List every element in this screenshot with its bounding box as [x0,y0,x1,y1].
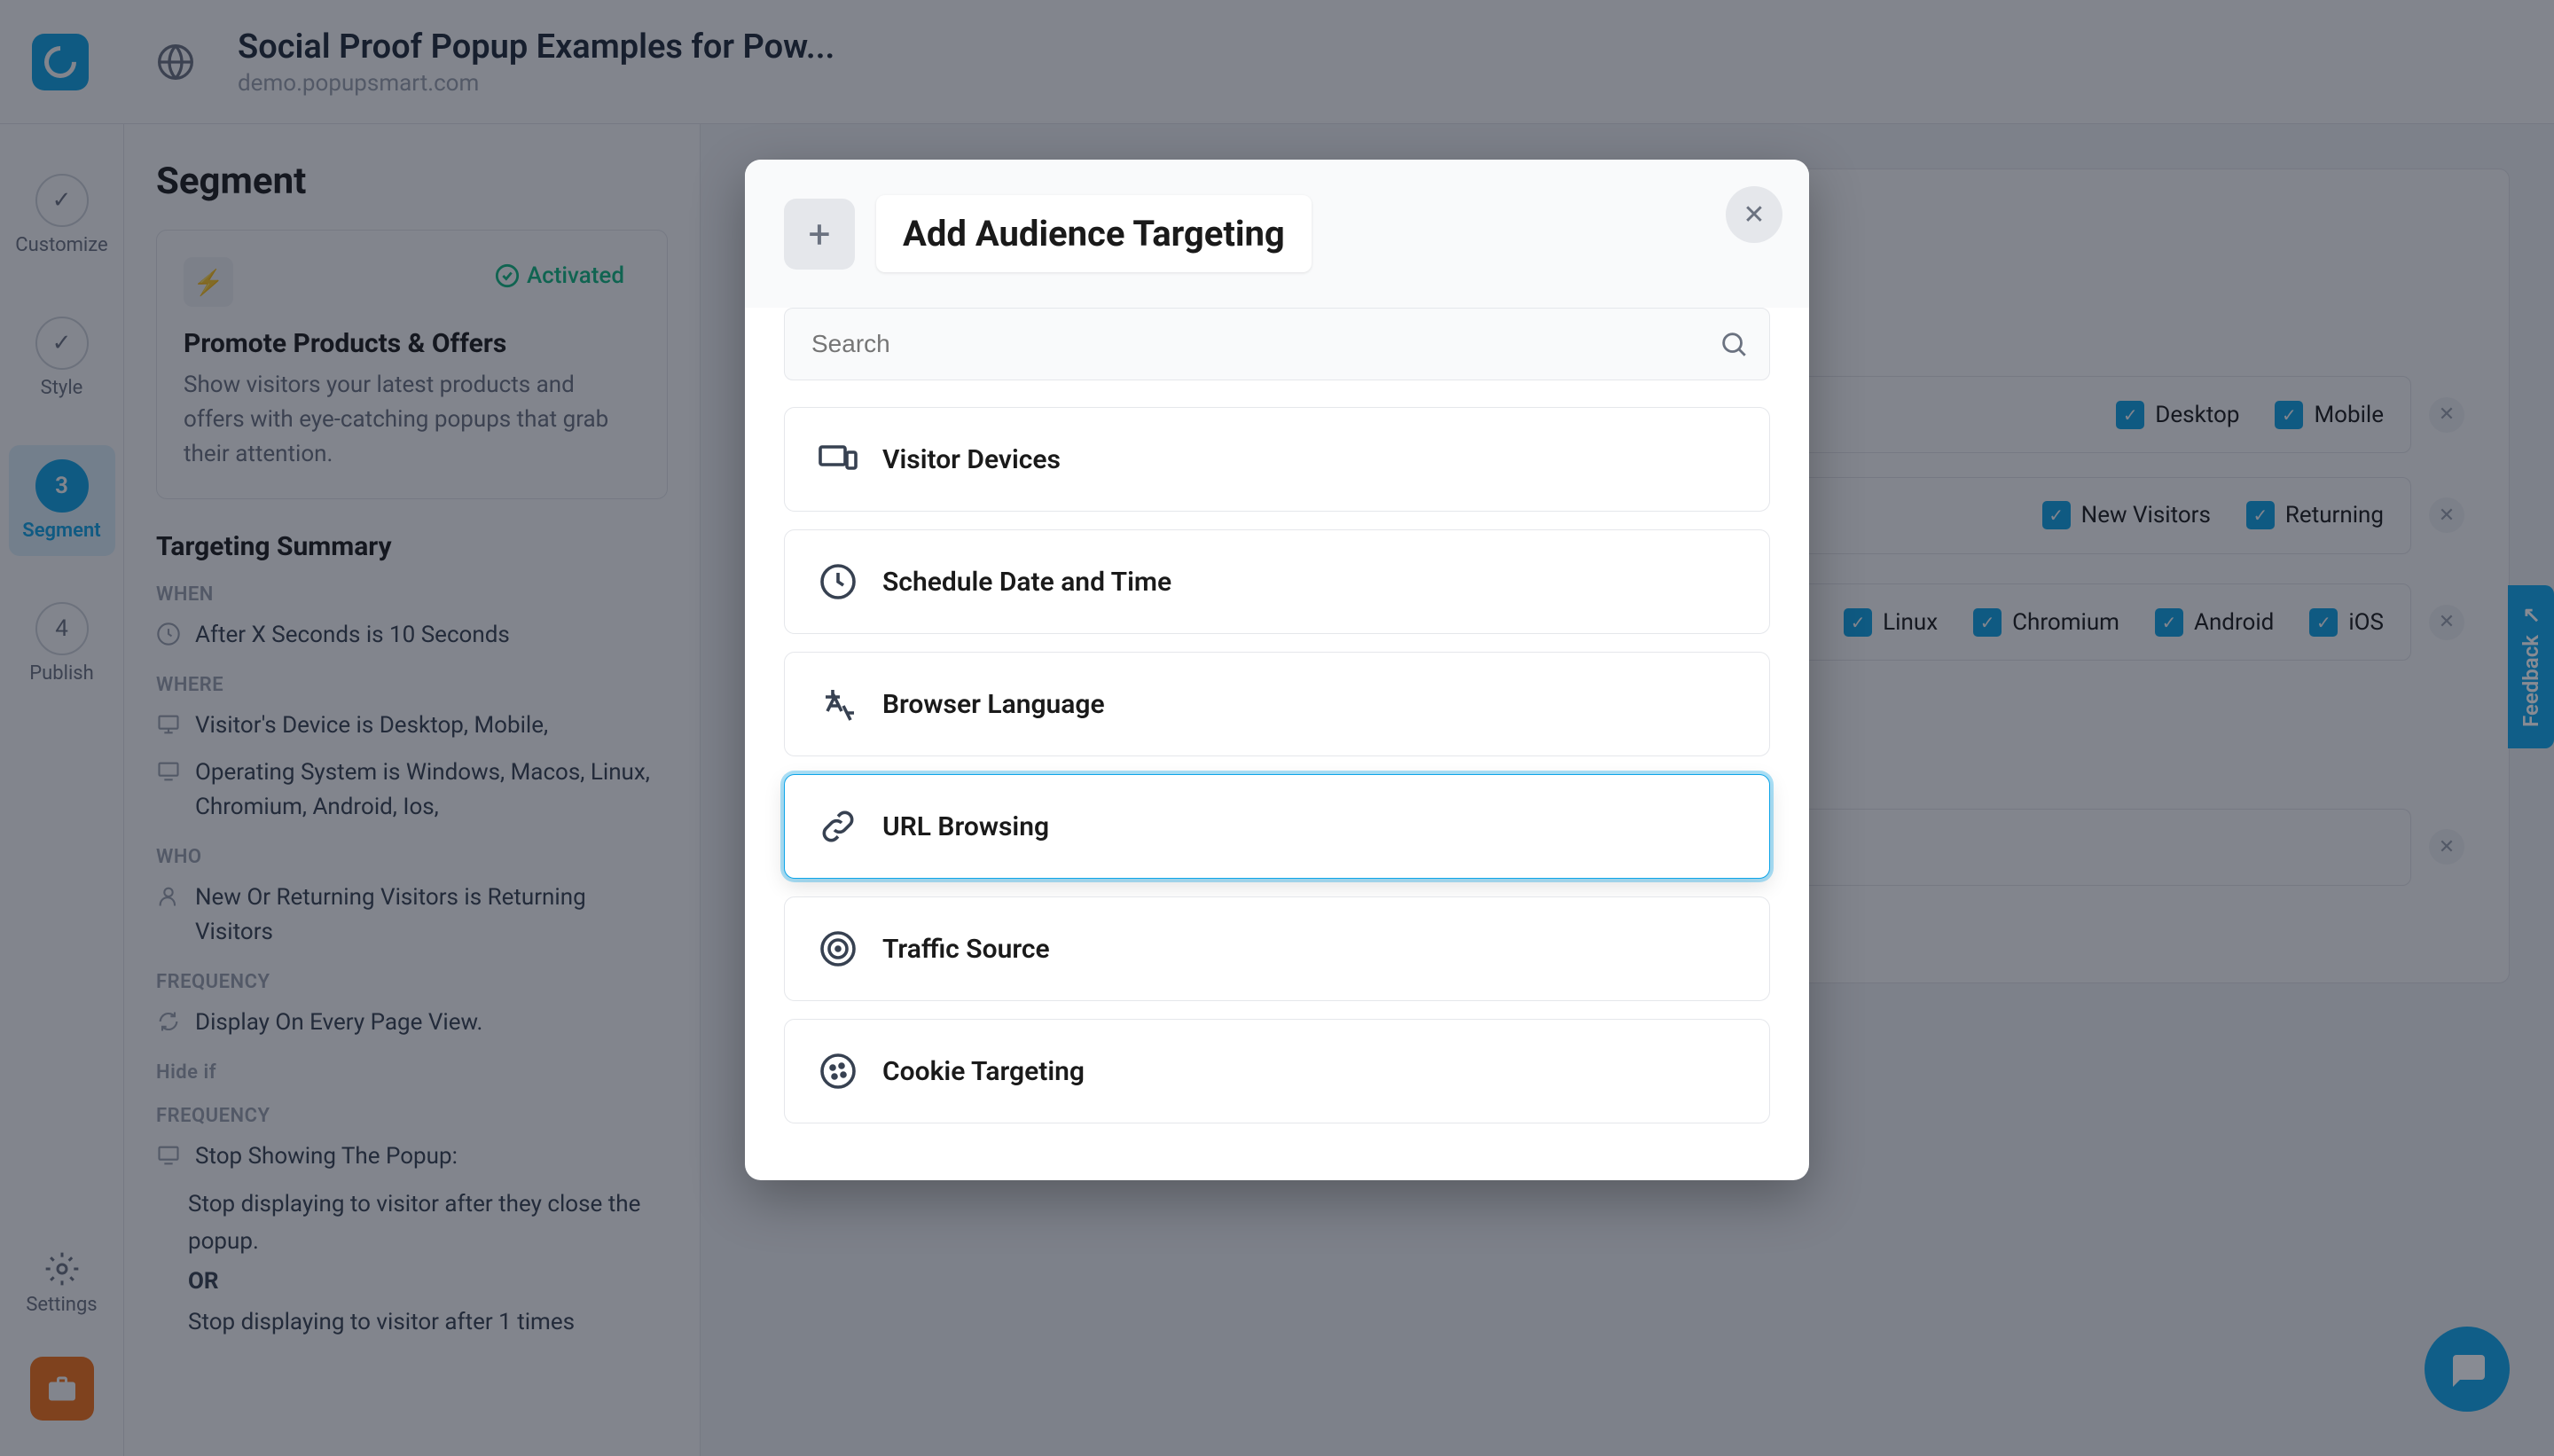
modal-item-label: Schedule Date and Time [882,567,1171,598]
modal-title: Add Audience Targeting [876,195,1312,272]
modal-search [784,308,1770,380]
modal-item-cookie-targeting[interactable]: Cookie Targeting [784,1019,1770,1123]
modal-list: Visitor Devices Schedule Date and Time B… [745,407,1809,1180]
translate-icon [817,683,859,725]
link-icon [817,805,859,848]
modal-close-button[interactable]: ✕ [1726,186,1782,243]
modal-item-visitor-devices[interactable]: Visitor Devices [784,407,1770,512]
target-icon [817,928,859,970]
devices-icon [817,438,859,481]
add-audience-modal: + Add Audience Targeting ✕ Visitor Devic… [745,160,1809,1180]
plus-icon: + [784,199,855,270]
modal-item-label: URL Browsing [882,811,1049,842]
modal-header: + Add Audience Targeting ✕ [745,160,1809,308]
modal-item-label: Traffic Source [882,934,1050,965]
search-wrap [784,308,1770,380]
modal-item-url-browsing[interactable]: URL Browsing [784,774,1770,879]
modal-overlay[interactable]: + Add Audience Targeting ✕ Visitor Devic… [0,0,2554,1456]
modal-item-label: Visitor Devices [882,444,1061,475]
clock-icon [817,560,859,603]
modal-item-label: Cookie Targeting [882,1056,1085,1087]
modal-item-traffic-source[interactable]: Traffic Source [784,896,1770,1001]
modal-item-label: Browser Language [882,689,1105,720]
cookie-icon [817,1050,859,1092]
search-icon [1719,329,1749,359]
modal-item-browser-language[interactable]: Browser Language [784,652,1770,756]
modal-item-schedule[interactable]: Schedule Date and Time [784,529,1770,634]
search-input[interactable] [784,308,1770,380]
